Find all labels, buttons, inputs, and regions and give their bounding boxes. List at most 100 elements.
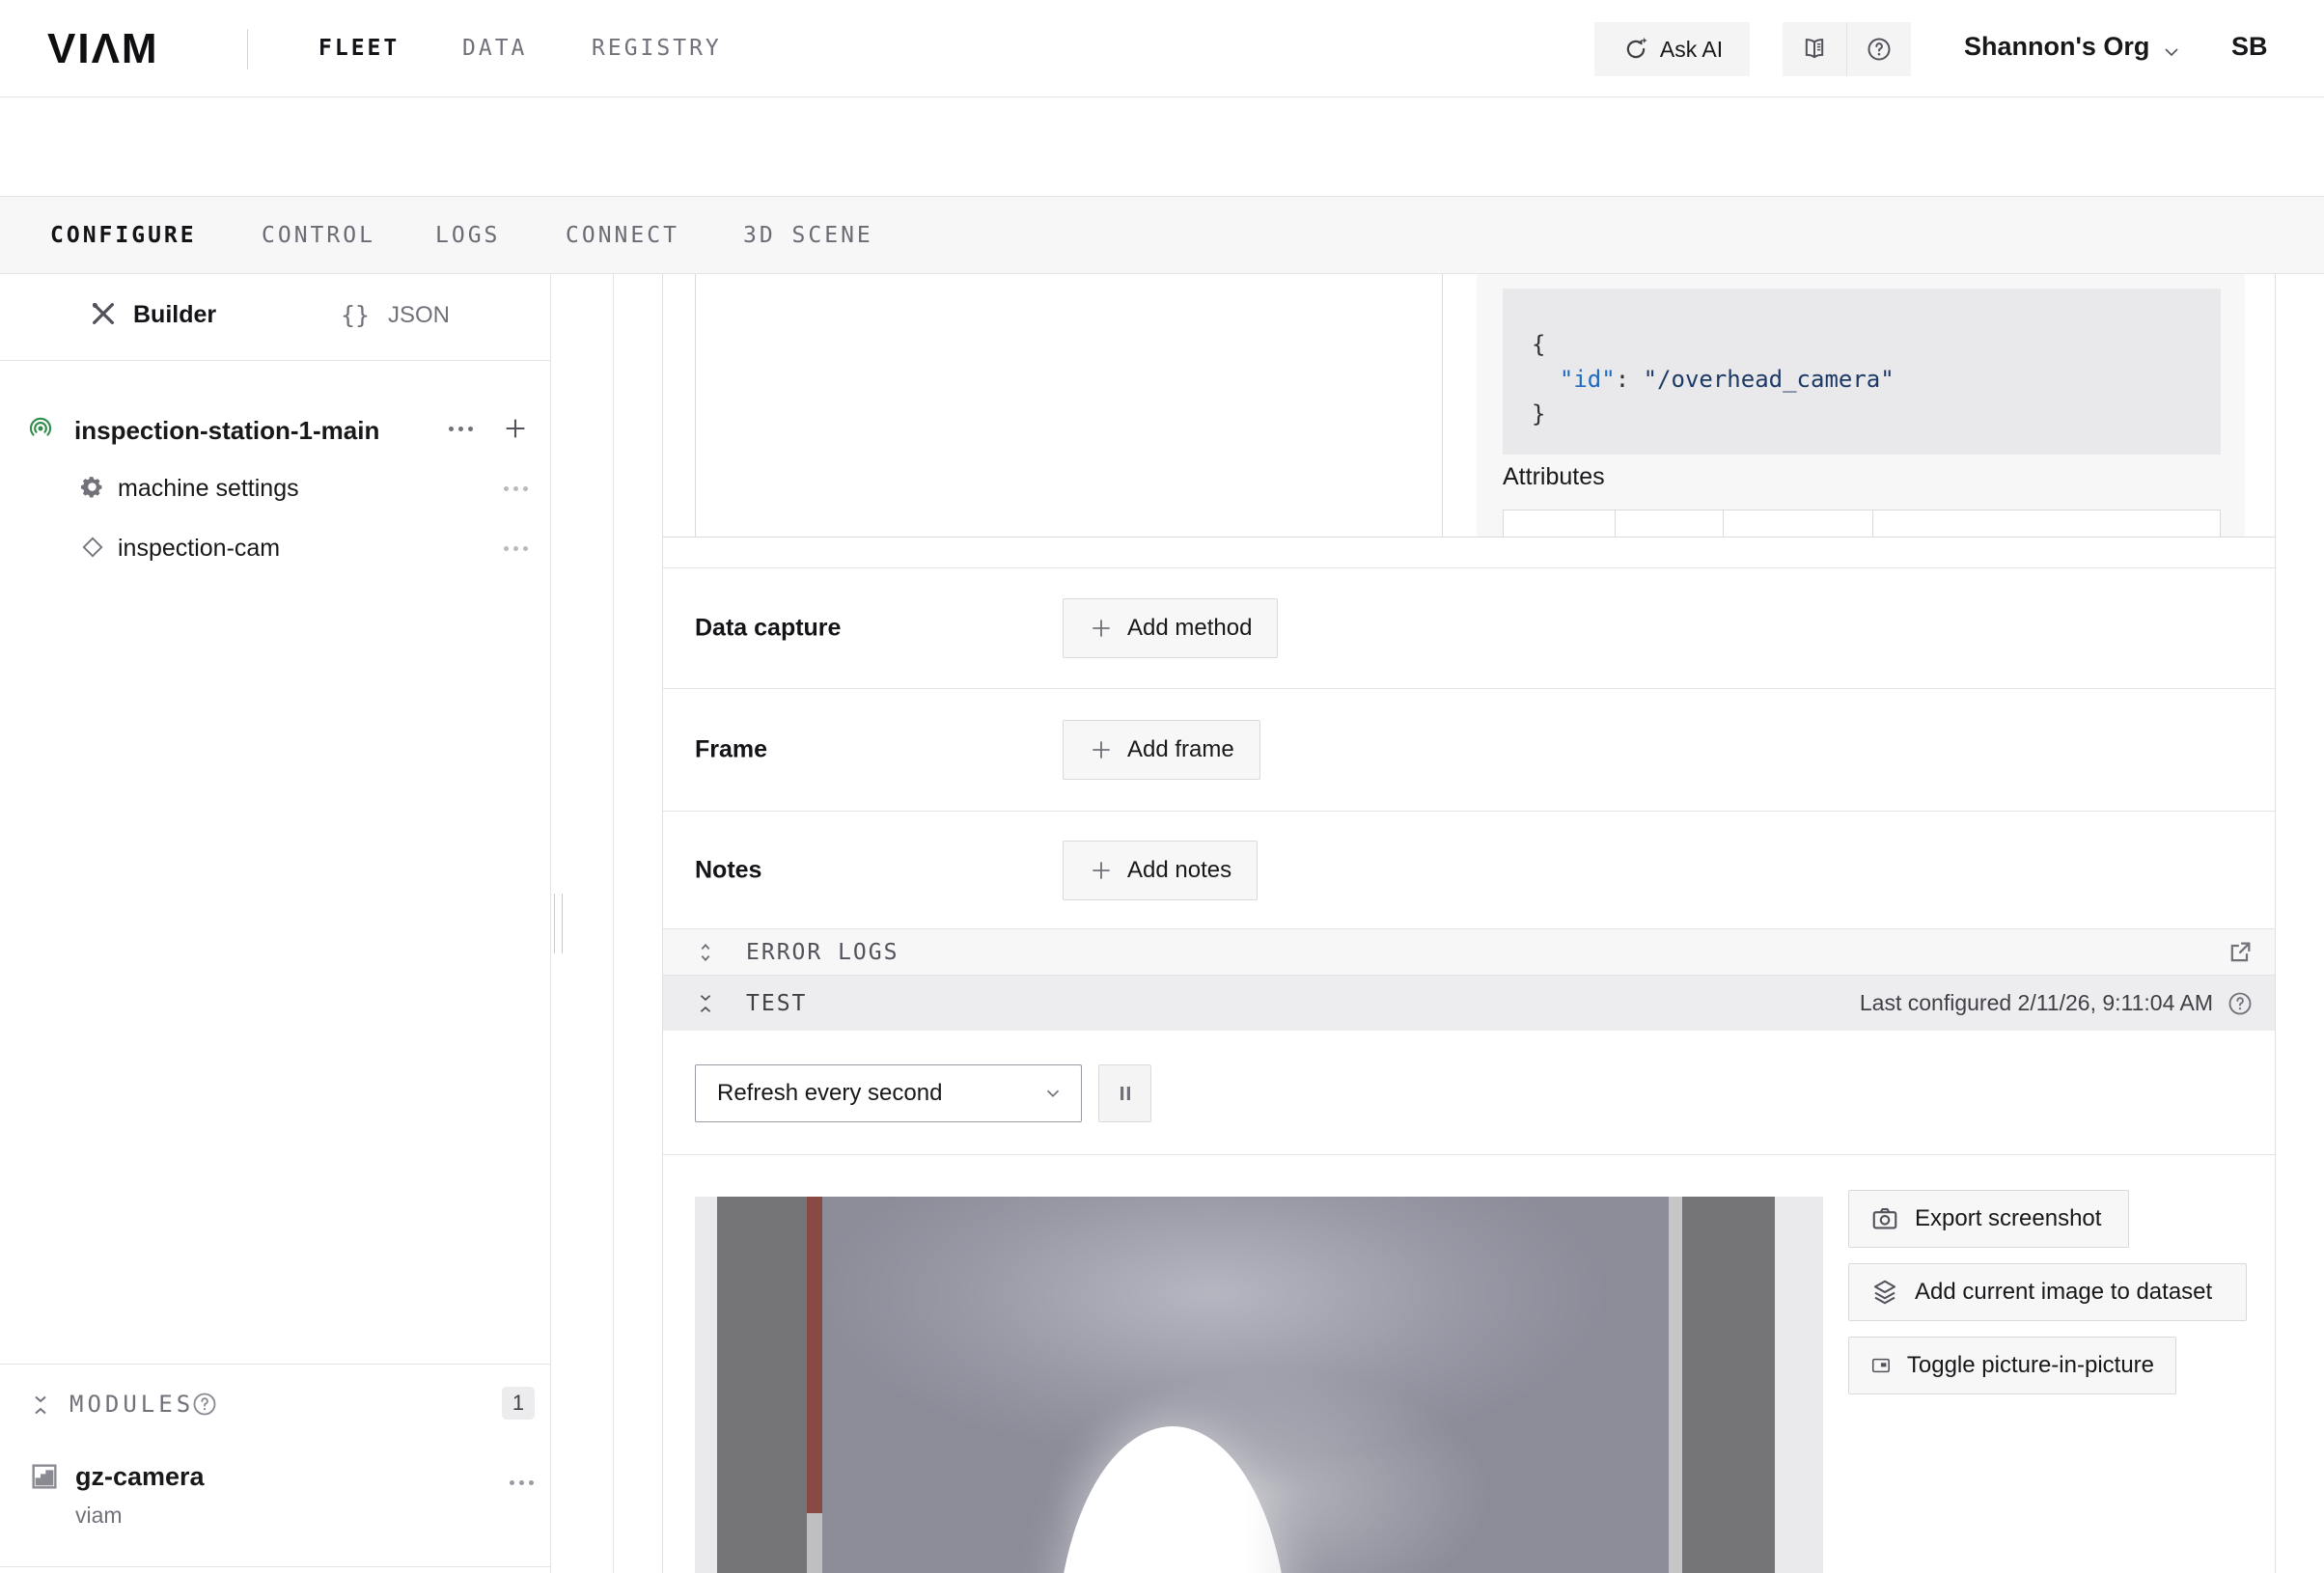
scene-wall-strip bbox=[1669, 1197, 1682, 1573]
add-to-dataset-button[interactable]: Add current image to dataset bbox=[1848, 1263, 2247, 1321]
modules-section: MODULES 1 gz-camera viam bbox=[0, 1364, 550, 1572]
export-screenshot-button[interactable]: Export screenshot bbox=[1848, 1190, 2129, 1248]
inspection-cam-label: inspection-cam bbox=[118, 535, 280, 563]
builder-mode-label[interactable]: Builder bbox=[133, 301, 216, 329]
pause-icon bbox=[1114, 1082, 1137, 1105]
help-circle-icon bbox=[1866, 36, 1893, 63]
code-close-brace: } bbox=[1532, 400, 1545, 428]
panel-left-edge bbox=[613, 274, 614, 1573]
ask-ai-label: Ask AI bbox=[1660, 37, 1723, 63]
help-button[interactable] bbox=[1846, 22, 1911, 76]
help-circle-icon[interactable] bbox=[2227, 990, 2254, 1017]
add-to-dataset-label: Add current image to dataset bbox=[1915, 1279, 2212, 1306]
sidebar-bottom-border bbox=[0, 1566, 550, 1567]
attributes-panel: { "id": "/overhead_camera" } Attributes bbox=[1477, 274, 2245, 538]
nav-item-fleet[interactable]: FLEET bbox=[318, 36, 400, 61]
test-panel-divider bbox=[663, 1154, 2275, 1155]
tab-connect[interactable]: CONNECT bbox=[566, 223, 679, 248]
sidebar-resize-handle[interactable] bbox=[554, 894, 563, 953]
scene-post-base bbox=[807, 1513, 822, 1573]
attributes-label: Attributes bbox=[1503, 463, 1605, 491]
tab-configure[interactable]: CONFIGURE bbox=[50, 223, 197, 248]
notes-section: Notes Add notes bbox=[663, 812, 2275, 929]
builder-json-toggle: Builder {} JSON bbox=[0, 274, 550, 361]
more-options-icon[interactable] bbox=[504, 486, 528, 491]
builder-tools-icon[interactable] bbox=[89, 299, 118, 328]
scene-wall-strip bbox=[695, 1197, 717, 1573]
add-method-button[interactable]: Add method bbox=[1063, 598, 1278, 658]
pause-refresh-button[interactable] bbox=[1098, 1064, 1151, 1122]
more-options-icon[interactable] bbox=[510, 1480, 534, 1485]
module-publisher: viam bbox=[75, 1503, 123, 1529]
tab-logs[interactable]: LOGS bbox=[435, 223, 500, 248]
test-bar[interactable]: TEST Last configured 2/11/26, 9:11:04 AM bbox=[663, 975, 2275, 1031]
camera-scene bbox=[822, 1197, 1669, 1573]
add-notes-button[interactable]: Add notes bbox=[1063, 841, 1258, 900]
machine-settings-label: machine settings bbox=[118, 475, 299, 503]
refresh-rate-value: Refresh every second bbox=[717, 1080, 942, 1107]
collapse-icon[interactable] bbox=[29, 1394, 52, 1417]
docs-help-group bbox=[1783, 22, 1911, 76]
attributes-table[interactable] bbox=[1503, 510, 2221, 538]
add-frame-button[interactable]: Add frame bbox=[1063, 720, 1260, 780]
frame-title: Frame bbox=[695, 736, 767, 764]
json-braces-icon[interactable]: {} bbox=[341, 301, 370, 329]
chevron-down-icon[interactable] bbox=[2160, 41, 2183, 64]
tab-control[interactable]: CONTROL bbox=[262, 223, 375, 248]
user-avatar[interactable]: SB bbox=[2231, 32, 2268, 62]
nav-item-data[interactable]: DATA bbox=[462, 36, 527, 61]
config-sections: Data capture Add method Frame Add frame bbox=[663, 567, 2275, 928]
test-panel: Refresh every second bbox=[663, 1031, 2275, 1573]
collapse-icon bbox=[695, 993, 716, 1014]
help-circle-icon[interactable] bbox=[191, 1391, 218, 1418]
data-capture-section: Data capture Add method bbox=[663, 568, 2275, 689]
module-name: gz-camera bbox=[75, 1462, 205, 1492]
tree-item-inspection-cam[interactable]: inspection-cam bbox=[0, 523, 550, 571]
tree-item-main-part[interactable]: inspection-station-1-main bbox=[0, 405, 550, 454]
picture-in-picture-icon bbox=[1870, 1351, 1892, 1380]
expand-icon bbox=[695, 942, 716, 963]
add-method-label: Add method bbox=[1127, 615, 1252, 642]
scene-wall-strip bbox=[1682, 1197, 1775, 1573]
scene-red-post bbox=[807, 1197, 822, 1513]
ask-ai-sparkle-icon bbox=[1621, 35, 1650, 64]
test-title: TEST bbox=[746, 991, 807, 1016]
module-icon bbox=[29, 1461, 60, 1492]
gear-icon bbox=[79, 474, 105, 500]
refresh-rate-select[interactable]: Refresh every second bbox=[695, 1064, 1082, 1122]
ask-ai-button[interactable]: Ask AI bbox=[1594, 22, 1750, 76]
documentation-button[interactable] bbox=[1783, 22, 1846, 76]
code-key: "id" bbox=[1560, 366, 1616, 393]
nav-item-registry[interactable]: REGISTRY bbox=[592, 36, 722, 61]
toggle-pip-label: Toggle picture-in-picture bbox=[1907, 1352, 2154, 1379]
json-mode-label[interactable]: JSON bbox=[388, 302, 450, 329]
camera-stream bbox=[695, 1197, 1823, 1573]
toggle-pip-button[interactable]: Toggle picture-in-picture bbox=[1848, 1337, 2176, 1394]
code-open-brace: { bbox=[1532, 331, 1545, 358]
tab-3d-scene[interactable]: 3D SCENE bbox=[743, 223, 873, 248]
add-component-icon[interactable] bbox=[502, 415, 529, 442]
viam-logo[interactable]: VIΛM bbox=[47, 25, 159, 73]
top-nav: VIΛM FLEET DATA REGISTRY Ask AI bbox=[0, 0, 2324, 97]
tree-item-machine-settings[interactable]: machine settings bbox=[0, 463, 550, 511]
chevron-down-icon bbox=[1042, 1083, 1064, 1104]
config-text-area[interactable] bbox=[695, 274, 1443, 538]
frame-section: Frame Add frame bbox=[663, 689, 2275, 812]
code-colon: : bbox=[1616, 366, 1644, 393]
error-logs-bar[interactable]: ERROR LOGS bbox=[663, 928, 2275, 975]
plus-icon bbox=[1089, 858, 1114, 883]
config-sidebar: Builder {} JSON inspection-station-1-mai… bbox=[0, 274, 551, 1573]
camera-icon bbox=[1870, 1204, 1899, 1233]
open-external-icon[interactable] bbox=[2227, 939, 2254, 966]
org-selector[interactable]: Shannon's Org bbox=[1964, 32, 2149, 62]
export-screenshot-label: Export screenshot bbox=[1915, 1205, 2101, 1232]
more-options-icon[interactable] bbox=[504, 546, 528, 551]
json-example-code[interactable]: { "id": "/overhead_camera" } bbox=[1503, 289, 2221, 455]
last-configured-text: Last configured 2/11/26, 9:11:04 AM bbox=[1860, 990, 2213, 1016]
component-config-panel: { "id": "/overhead_camera" } Attributes … bbox=[662, 274, 2276, 1573]
book-icon bbox=[1801, 36, 1828, 63]
machine-tabs: CONFIGURE CONTROL LOGS CONNECT 3D SCENE bbox=[0, 196, 2324, 274]
more-options-icon[interactable] bbox=[449, 427, 473, 431]
nav-divider bbox=[247, 29, 248, 69]
modules-title: MODULES bbox=[69, 1391, 194, 1418]
